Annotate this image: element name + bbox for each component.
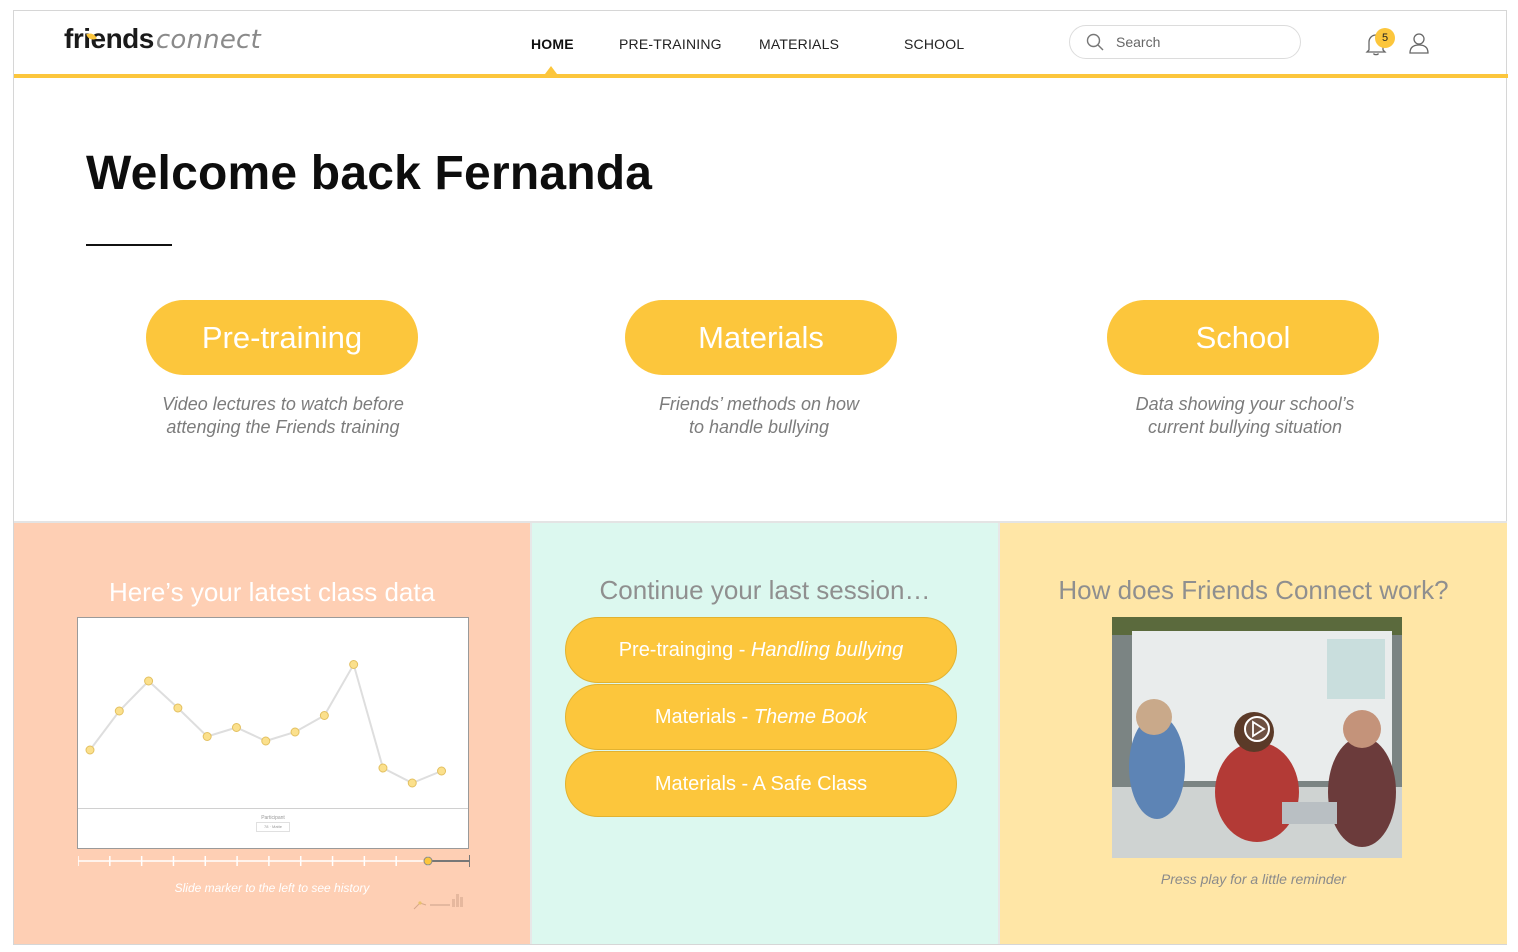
chart-legend-item: 78 · Matte [256,822,290,832]
slider-marker[interactable] [423,856,433,866]
pre-training-desc-line1: Video lectures to watch before [162,394,404,414]
search-box[interactable] [1069,25,1301,59]
pre-training-button[interactable]: Pre-training [146,300,418,375]
series-line [89,661,442,785]
data-point[interactable] [202,732,212,741]
materials-button[interactable]: Materials [625,300,897,375]
session-materials-theme-book[interactable]: Materials - Theme Book [565,684,957,750]
page-title: Welcome back Fernanda [86,147,653,200]
logo-friends-text: friends [64,23,154,54]
top-navbar: friends connect HOME PRE-TRAINING MATERI… [14,11,1506,75]
pre-training-desc-line2: attenging the Friends training [166,417,400,437]
session-label-emphasis: Theme Book [753,706,868,728]
search-icon [1086,33,1104,51]
school-description: Data showing your school’s current bully… [1095,393,1395,439]
video-thumbnail [1112,617,1402,858]
search-input[interactable] [1116,32,1286,52]
logo-connect-text: connect [155,25,261,55]
nav-pre-training[interactable]: PRE-TRAINING [619,36,722,56]
school-button[interactable]: School [1107,300,1379,375]
data-point[interactable] [114,706,124,716]
data-point[interactable] [407,778,417,788]
session-label-prefix: Materials - A Safe Class [654,773,868,795]
data-point[interactable] [144,676,154,686]
video-caption: Press play for a little reminder [1160,871,1347,887]
data-point[interactable] [173,703,183,713]
school-desc-line1: Data showing your school’s [1135,394,1355,414]
session-label-prefix: Materials - [654,706,754,728]
class-data-chart[interactable]: Participant 78 · Matte [77,617,469,849]
panel-divider [998,523,1000,944]
continue-session-panel: Continue your last session… Pre-traingin… [532,523,998,944]
data-point[interactable] [231,723,241,732]
notification-badge: 5 [1375,28,1395,48]
data-point[interactable] [290,727,300,737]
materials-desc-line2: to handle bullying [688,417,830,437]
materials-desc-line1: Friends’ methods on how [658,394,860,414]
data-point[interactable] [319,711,329,720]
how-it-works-title: How does Friends Connect work? [1058,575,1449,605]
continue-session-title: Continue your last session… [599,575,931,605]
user-profile-icon[interactable] [1407,31,1431,57]
session-label-emphasis: Handling bullying [750,639,904,661]
session-label-prefix: Pre-trainging - [618,639,751,661]
class-data-panel: Here’s your latest class data Participan… [14,523,530,944]
chart-type-icon[interactable] [412,889,472,915]
history-slider[interactable] [78,853,470,873]
friends-connect-logo[interactable]: friends connect [64,23,261,57]
intro-video[interactable] [1112,617,1402,858]
nav-materials[interactable]: MATERIALS [759,36,839,56]
data-point[interactable] [437,766,447,776]
data-point[interactable] [261,736,271,746]
data-point[interactable] [85,745,95,755]
nav-school[interactable]: SCHOOL [904,36,964,56]
title-underline [86,244,172,246]
line-chart-svg [85,660,447,788]
panel-divider [530,523,532,944]
session-materials-a-safe-class[interactable]: Materials - A Safe Class [565,751,957,817]
how-it-works-panel: How does Friends Connect work? Press pla… [1000,523,1507,944]
materials-description: Friends’ methods on how to handle bullyi… [609,393,909,439]
chart-legend-area: Participant 78 · Matte [78,808,468,849]
data-point[interactable] [349,660,359,669]
session-pre-training-handling-bullying[interactable]: Pre-trainging - Handling bullying [565,617,957,683]
school-desc-line2: current bullying situation [1147,417,1343,437]
nav-home[interactable]: HOME [531,36,574,56]
pre-training-description: Video lectures to watch before attenging… [133,393,433,439]
header-accent-bar [14,74,1508,78]
data-point[interactable] [378,763,388,773]
chart-legend-title: Participant [261,815,285,821]
class-data-title: Here’s your latest class data [108,577,436,607]
active-nav-indicator [545,66,557,74]
